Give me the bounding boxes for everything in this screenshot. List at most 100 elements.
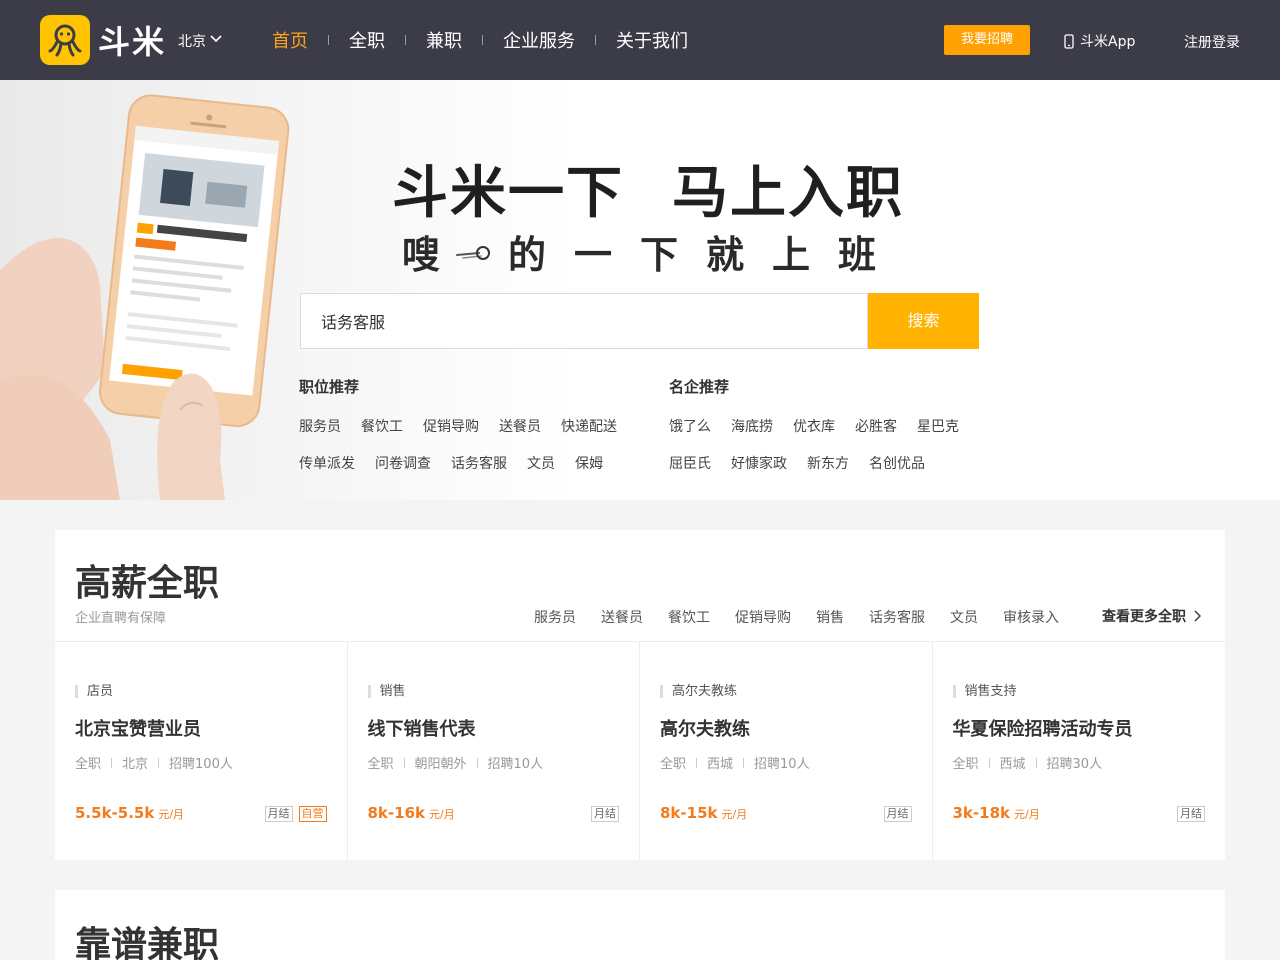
job-salary-unit: 元/月 xyxy=(158,808,185,821)
fulltime-tag[interactable]: 话务客服 xyxy=(869,607,925,627)
company-recommend-link[interactable]: 名创优品 xyxy=(869,453,925,473)
fulltime-tag[interactable]: 销售 xyxy=(816,607,844,627)
job-title[interactable]: 线下销售代表 xyxy=(368,715,476,741)
hero-subslogan-b: 的一下就上班 xyxy=(508,233,905,277)
job-card[interactable]: 高尔夫教练 高尔夫教练 全职 西城 招聘10人 8k-15k 元/月 月结 xyxy=(640,642,933,861)
hand-holding-phone-illustration xyxy=(0,94,290,500)
fulltime-tag[interactable]: 文员 xyxy=(950,607,978,627)
job-location: 西城 xyxy=(707,757,734,772)
job-salary: 3k-18k 元/月 xyxy=(953,804,1040,822)
view-more-label: 查看更多全职 xyxy=(1102,609,1186,625)
job-recommend-link[interactable]: 文员 xyxy=(527,453,555,473)
job-card-list: 店员 北京宝赞营业员 全职 北京 招聘100人 5.5k-5.5k 元/月 月结 … xyxy=(55,641,1226,861)
top-header: 斗米 北京 首页 全职 兼职 企业服务 关于我们 我要招聘 斗米App 注册登录 xyxy=(0,0,1280,80)
swoosh-icon xyxy=(456,246,490,260)
fulltime-tag[interactable]: 促销导购 xyxy=(735,607,791,627)
monthly-pay-badge: 月结 xyxy=(883,806,912,822)
nav-enterprise[interactable]: 企业服务 xyxy=(503,27,575,53)
job-recommend-link[interactable]: 问卷调查 xyxy=(375,453,431,473)
company-recommend-link[interactable]: 优衣库 xyxy=(793,416,835,436)
company-recommend-link[interactable]: 必胜客 xyxy=(855,416,897,436)
company-recommend-link[interactable]: 海底捞 xyxy=(731,416,773,436)
nav-parttime[interactable]: 兼职 xyxy=(426,27,462,53)
job-badges: 月结 自营 xyxy=(259,806,327,822)
job-meta: 全职 朝阳朝外 招聘10人 xyxy=(368,753,544,772)
job-salary-range: 8k-16k xyxy=(367,804,426,822)
job-card[interactable]: 销售 线下销售代表 全职 朝阳朝外 招聘10人 8k-16k 元/月 月结 xyxy=(348,642,640,861)
job-badges: 月结 xyxy=(878,806,912,822)
job-meta: 全职 西城 招聘10人 xyxy=(660,753,810,772)
job-title[interactable]: 高尔夫教练 xyxy=(660,715,750,741)
app-download-link[interactable]: 斗米App xyxy=(1064,31,1135,51)
job-location: 西城 xyxy=(999,757,1026,772)
register-login-link[interactable]: 注册登录 xyxy=(1184,32,1240,52)
job-card[interactable]: 店员 北京宝赞营业员 全职 北京 招聘100人 5.5k-5.5k 元/月 月结 … xyxy=(55,642,348,861)
job-search-input[interactable] xyxy=(301,294,867,348)
company-recommend-link[interactable]: 好慷家政 xyxy=(731,453,787,473)
job-meta: 全职 西城 招聘30人 xyxy=(953,753,1103,772)
chevron-down-icon[interactable] xyxy=(210,35,222,43)
job-recommend-link[interactable]: 送餐员 xyxy=(499,416,541,436)
company-recommend-link[interactable]: 屈臣氏 xyxy=(669,453,711,473)
nav-fulltime[interactable]: 全职 xyxy=(349,27,385,53)
job-salary: 8k-16k 元/月 xyxy=(368,804,455,822)
job-salary: 8k-15k 元/月 xyxy=(660,804,747,822)
fulltime-section: 高薪全职 企业直聘有保障 服务员 送餐员 餐饮工 促销导购 销售 话务客服 文员… xyxy=(55,530,1226,861)
job-recommend-link[interactable]: 促销导购 xyxy=(423,416,479,436)
city-selector[interactable]: 北京 xyxy=(178,31,206,51)
nav-divider xyxy=(482,35,483,45)
job-headcount: 招聘30人 xyxy=(1046,757,1103,772)
fulltime-tag[interactable]: 审核录入 xyxy=(1003,607,1059,627)
company-recommend-title: 名企推荐 xyxy=(669,378,730,396)
hero-slogan-left: 斗米一下 xyxy=(392,161,624,226)
nav-divider xyxy=(595,35,596,45)
job-meta: 全职 北京 招聘100人 xyxy=(75,753,233,772)
view-more-fulltime-link[interactable]: 查看更多全职 xyxy=(1102,606,1201,626)
company-recommend-link[interactable]: 星巴克 xyxy=(917,416,959,436)
job-recommend-link[interactable]: 保姆 xyxy=(575,453,603,473)
job-recommend-row-2: 传单派发 问卷调查 话务客服 文员 保姆 xyxy=(299,453,623,473)
hire-button[interactable]: 我要招聘 xyxy=(944,25,1030,55)
app-link-label: 斗米App xyxy=(1080,34,1136,50)
search-button[interactable]: 搜索 xyxy=(868,293,979,349)
monthly-pay-badge: 月结 xyxy=(1177,806,1205,822)
job-title[interactable]: 华夏保险招聘活动专员 xyxy=(953,715,1133,741)
fulltime-tag[interactable]: 服务员 xyxy=(534,607,576,627)
nav-home[interactable]: 首页 xyxy=(272,27,308,53)
company-recommend-row-2: 屈臣氏 好慷家政 新东方 名创优品 xyxy=(669,453,945,473)
logo-text[interactable]: 斗米 xyxy=(98,17,166,63)
monthly-pay-badge: 月结 xyxy=(591,806,619,822)
job-headcount: 招聘10人 xyxy=(754,757,810,772)
job-salary-range: 8k-15k xyxy=(660,804,718,822)
job-recommend-link[interactable]: 快递配送 xyxy=(561,416,617,436)
company-recommend-link[interactable]: 饿了么 xyxy=(669,416,711,436)
fulltime-tag-list: 服务员 送餐员 餐饮工 促销导购 销售 话务客服 文员 审核录入 xyxy=(534,607,1084,627)
job-recommend-link[interactable]: 传单派发 xyxy=(299,453,355,473)
job-category: 销售支持 xyxy=(952,685,1017,698)
doumi-logo-icon[interactable] xyxy=(40,15,90,65)
job-category: 店员 xyxy=(75,685,113,698)
company-recommend-link[interactable]: 新东方 xyxy=(807,453,849,473)
job-location: 朝阳朝外 xyxy=(414,757,467,772)
job-category: 高尔夫教练 xyxy=(660,685,737,698)
job-recommend-row-1: 服务员 餐饮工 促销导购 送餐员 快递配送 xyxy=(299,416,637,436)
job-recommend-link[interactable]: 话务客服 xyxy=(451,453,507,473)
section-title: 靠谱兼职 xyxy=(75,925,220,960)
fulltime-tag[interactable]: 送餐员 xyxy=(601,607,643,627)
job-recommend-link[interactable]: 餐饮工 xyxy=(361,416,403,436)
job-recommend-title: 职位推荐 xyxy=(299,378,360,396)
hero-slogan: 斗米一下 马上入职 xyxy=(392,148,904,229)
nav-about[interactable]: 关于我们 xyxy=(616,27,688,53)
company-recommend-row-1: 饿了么 海底捞 优衣库 必胜客 星巴克 xyxy=(669,416,979,436)
job-title[interactable]: 北京宝赞营业员 xyxy=(75,715,201,741)
hero-slogan-right: 马上入职 xyxy=(672,161,904,226)
chevron-right-icon xyxy=(1194,610,1201,622)
nav-divider xyxy=(405,35,406,45)
job-salary-range: 5.5k-5.5k xyxy=(75,804,155,822)
job-location: 北京 xyxy=(122,757,149,772)
job-badges: 月结 xyxy=(1171,806,1205,822)
fulltime-tag[interactable]: 餐饮工 xyxy=(668,607,710,627)
job-headcount: 招聘100人 xyxy=(169,757,233,772)
job-recommend-link[interactable]: 服务员 xyxy=(299,416,341,436)
job-card[interactable]: 销售支持 华夏保险招聘活动专员 全职 西城 招聘30人 3k-18k 元/月 月结 xyxy=(933,642,1226,861)
